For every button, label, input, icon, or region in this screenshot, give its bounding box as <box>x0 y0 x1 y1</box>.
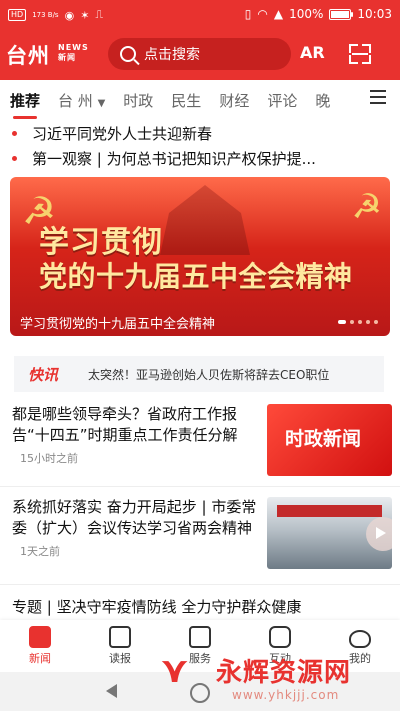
flash-news-label: 快讯 <box>27 365 58 384</box>
app-bar: 台州 NEWS 新闻 点击搜索 AR <box>0 30 400 80</box>
carousel-indicator <box>338 320 378 324</box>
status-bar: HD 173 B/s ◉ ✶ ⎍ ▯ ◠ ▲ 100% 10:03 <box>0 0 400 30</box>
signal-icon: ▲ <box>273 7 284 21</box>
grid-icon <box>189 626 211 648</box>
article-card[interactable]: 都是哪些领导牵头？省政府工作报告“十四五”时期重点工作责任分解 15小时之前 时… <box>12 404 392 476</box>
logo-sub-cn: 新闻 <box>58 53 76 62</box>
watermark: ⋎ 永辉资源网 www.yhkjjj.com <box>160 650 400 710</box>
category-tabs: 推荐 台 州 ▼ 时政 民生 财经 评论 晚 <box>0 80 400 120</box>
watermark-logo-icon: ⋎ <box>160 650 190 691</box>
banner-headline-line2: 党的十九届五中全会精神 <box>39 260 353 293</box>
headline-text: 第一观察 | 为何总书记把知识产权保护提... <box>32 150 316 168</box>
news-icon <box>29 626 51 648</box>
search-bar[interactable]: 点击搜索 <box>108 38 291 70</box>
hd-badge: HD <box>8 9 27 21</box>
banner-caption: 学习贯彻党的十九届五中全会精神 <box>20 317 216 332</box>
play-icon <box>376 527 386 539</box>
eye-icon: ◉ <box>64 8 75 22</box>
logo-sub-en: NEWS <box>58 43 89 52</box>
divider <box>0 584 400 585</box>
newspaper-icon <box>109 626 131 648</box>
scan-icon[interactable] <box>349 44 371 64</box>
search-icon <box>120 46 136 62</box>
battery-icon <box>329 8 354 20</box>
divider <box>0 486 400 487</box>
bullet-dot <box>12 131 17 136</box>
tab-livelihood[interactable]: 民生 <box>171 90 201 111</box>
tab-politics[interactable]: 时政 <box>123 90 153 111</box>
thumbnail-label: 时政新闻 <box>285 428 362 450</box>
tab-comment[interactable]: 评论 <box>267 90 297 111</box>
bluetooth-icon: ✶ <box>80 8 90 22</box>
party-emblem-icon: ☭ <box>351 187 382 227</box>
wifi-icon: ◠ <box>257 7 268 21</box>
nav-newspaper[interactable]: 读报 <box>80 620 160 672</box>
featured-banner[interactable]: ☭ ☭ 学习贯彻 党的十九届五中全会精神 学习贯彻党的十九届五中全会精神 <box>10 177 390 336</box>
tab-taizhou[interactable]: 台 州 ▼ <box>58 90 105 111</box>
network-speed: 173 B/s <box>32 10 59 19</box>
article-thumbnail <box>267 497 392 569</box>
article-title: 系统抓好落实 奋力开局起步 | 市委常委（扩大）会议传达学习省两会精神 <box>12 498 257 537</box>
nav-news[interactable]: 新闻 <box>0 620 80 672</box>
headline-list: 习近平同党外人士共迎新春 第一观察 | 为何总书记把知识产权保护提... <box>12 121 392 171</box>
bullet-dot <box>12 156 17 161</box>
headline-text: 习近平同党外人士共迎新春 <box>32 125 213 143</box>
nav-newspaper-label: 读报 <box>109 652 131 665</box>
tab-recommend[interactable]: 推荐 <box>10 90 40 119</box>
clock: 10:03 <box>357 7 392 21</box>
flash-news-text: 太突然！亚马逊创始人贝佐斯将辞去CEO职位 <box>88 367 330 382</box>
flash-news-bar[interactable]: 快讯 太突然！亚马逊创始人贝佐斯将辞去CEO职位 <box>14 356 384 392</box>
usb-icon: ⎍ <box>95 8 104 21</box>
search-placeholder: 点击搜索 <box>144 47 200 63</box>
app-logo: 台州 NEWS 新闻 <box>6 40 88 70</box>
person-icon <box>349 630 371 648</box>
meeting-stage <box>277 505 382 517</box>
tab-finance[interactable]: 财经 <box>219 90 249 111</box>
article-thumbnail: 时政新闻 <box>267 404 392 476</box>
dropdown-triangle-icon: ▼ <box>97 97 106 109</box>
article-card[interactable]: 系统抓好落实 奋力开局起步 | 市委常委（扩大）会议传达学习省两会精神 1天之前 <box>12 497 392 569</box>
tab-evening[interactable]: 晚 <box>315 90 330 111</box>
back-icon[interactable] <box>106 684 117 698</box>
menu-icon[interactable] <box>370 90 386 104</box>
ar-button[interactable]: AR <box>300 43 325 62</box>
watermark-url: www.yhkjjj.com <box>232 688 340 702</box>
nav-news-label: 新闻 <box>29 652 51 665</box>
thumbs-up-icon <box>269 626 291 648</box>
tab-taizhou-label: 台 州 <box>58 91 93 110</box>
vibrate-icon: ▯ <box>244 7 252 21</box>
battery-text: 100% <box>289 7 324 21</box>
list-item[interactable]: 习近平同党外人士共迎新春 <box>12 121 392 146</box>
tiananmen-illustration <box>160 185 250 255</box>
watermark-brand: 永辉资源网 <box>216 658 352 688</box>
logo-text: 台州 <box>6 44 50 68</box>
list-item[interactable]: 第一观察 | 为何总书记把知识产权保护提... <box>12 146 392 171</box>
special-topic[interactable]: 专题 | 坚决守牢疫情防线 全力守护群众健康 <box>12 596 301 617</box>
article-title: 都是哪些领导牵头？省政府工作报告“十四五”时期重点工作责任分解 <box>12 405 238 444</box>
